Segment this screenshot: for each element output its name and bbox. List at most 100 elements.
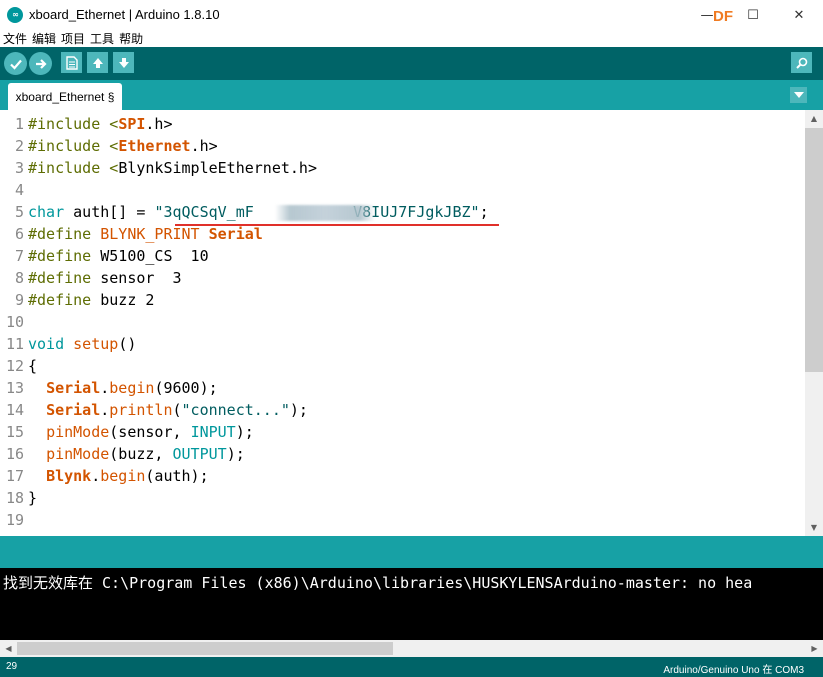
code-token: .	[91, 467, 101, 485]
line-number: 2	[14, 137, 24, 155]
new-button[interactable]	[61, 52, 82, 73]
line-number: 13	[5, 379, 24, 397]
line-number: 10	[5, 313, 24, 331]
verify-button[interactable]	[4, 52, 27, 75]
line-number: 11	[5, 335, 24, 353]
menu-sketch[interactable]: 项目	[58, 30, 87, 47]
code-line: 15 pinMode(sensor, INPUT);	[0, 421, 804, 443]
code-token: SPI	[118, 115, 146, 133]
code-line: 10	[0, 311, 804, 333]
save-button[interactable]	[113, 52, 134, 73]
code-token: Ethernet	[118, 137, 191, 155]
code-token: void	[28, 335, 74, 353]
minimize-icon: —	[700, 7, 714, 23]
line-number: 4	[14, 181, 24, 199]
close-icon: ✕	[793, 7, 805, 23]
code-token: OUTPUT	[172, 445, 227, 463]
code-line: 16 pinMode(buzz, OUTPUT);	[0, 443, 804, 465]
code-token: BlynkSimpleEthernet.h>	[118, 159, 317, 177]
code-token: Serial	[46, 401, 101, 419]
menu-file[interactable]: 文件	[0, 30, 29, 47]
code-token: "3qQCSqV_mF	[154, 203, 254, 221]
maximize-button[interactable]: ☐	[730, 0, 776, 30]
console-line: 找到无效库在 C:\Program Files (x86)\Arduino\li…	[3, 574, 753, 592]
code-token: #include <	[28, 159, 119, 177]
arduino-logo-icon: ∞	[7, 7, 23, 23]
code-token: (auth);	[145, 467, 209, 485]
tab-bar: xboard_Ethernet §	[0, 80, 823, 110]
code-token: pinMode	[46, 445, 110, 463]
code-text: pinMode(sensor, INPUT);	[28, 421, 254, 443]
chevron-down-icon	[793, 92, 804, 98]
code-token: #define	[28, 269, 101, 287]
line-number: 7	[14, 247, 24, 265]
minimize-button[interactable]: —	[684, 0, 730, 30]
code-token: ;	[479, 203, 489, 221]
code-text: #define sensor 3	[28, 267, 182, 289]
new-file-icon	[65, 55, 78, 70]
code-editor[interactable]: 1 #include <SPI.h> 2 #include <Ethernet.h> 3…	[0, 110, 823, 536]
menu-bar: 文件 编辑 项目 工具 帮助	[0, 30, 823, 47]
close-button[interactable]: ✕	[776, 0, 822, 30]
code-token: auth[] =	[64, 203, 155, 221]
code-text: Serial.println("connect...");	[28, 399, 308, 421]
menu-help[interactable]: 帮助	[116, 30, 145, 47]
code-token: .h>	[145, 115, 173, 133]
code-line: 6 #define BLYNK_PRINT Serial	[0, 223, 804, 245]
code-text: #define BLYNK_PRINT Serial	[28, 223, 263, 245]
tab-menu-button[interactable]	[790, 87, 807, 103]
arduino-logo-glyph: ∞	[12, 10, 19, 19]
code-line: 1 #include <SPI.h>	[0, 113, 804, 135]
code-token: }	[28, 489, 38, 507]
code-text: Blynk.begin(auth);	[28, 465, 209, 487]
status-line-number: 29	[6, 661, 18, 672]
code-token: Serial	[46, 379, 101, 397]
code-token: Serial	[208, 225, 263, 243]
console-horizontal-scroll-thumb[interactable]	[17, 642, 393, 655]
magnifier-icon	[795, 57, 807, 69]
editor-vertical-scroll-thumb[interactable]	[805, 128, 823, 372]
code-token: pinMode	[46, 423, 110, 441]
line-number: 5	[14, 203, 24, 221]
line-number: 18	[5, 489, 24, 507]
serial-monitor-button[interactable]	[791, 52, 812, 73]
scroll-up-arrow-icon[interactable]: ▲	[805, 110, 823, 127]
code-line: 8 #define sensor 3	[0, 267, 804, 289]
scroll-down-arrow-icon[interactable]: ▼	[805, 519, 823, 536]
line-number: 16	[5, 445, 24, 463]
red-underline-annotation	[175, 224, 499, 226]
code-line: 9 #define buzz 2	[0, 289, 804, 311]
code-text: #define W5100_CS 10	[28, 245, 209, 267]
code-text: char auth[] = "3qQCSqV_mF V8IUJ7FJgkJBZ"…	[28, 201, 489, 223]
checkmark-icon	[9, 59, 22, 70]
tab-xboard-ethernet[interactable]: xboard_Ethernet §	[8, 83, 122, 110]
redacted-region	[275, 205, 375, 221]
code-line: 14 Serial.println("connect...");	[0, 399, 804, 421]
scroll-left-arrow-icon[interactable]: ◀	[0, 640, 17, 657]
status-bar: 29 Arduino/Genuino Uno 在 COM3	[0, 657, 823, 677]
message-area	[0, 536, 823, 568]
open-button[interactable]	[87, 52, 108, 73]
menu-edit[interactable]: 编辑	[29, 30, 58, 47]
code-line: 12{	[0, 355, 804, 377]
scroll-right-arrow-icon[interactable]: ▶	[806, 640, 823, 657]
code-line: 5 char auth[] = "3qQCSqV_mF V8IUJ7FJgkJBZ…	[0, 201, 804, 223]
toolbar	[0, 47, 823, 80]
code-token: BLYNK_PRINT	[100, 225, 209, 243]
code-line: 18}	[0, 487, 804, 509]
upload-button[interactable]	[29, 52, 52, 75]
code-token: Blynk	[46, 467, 92, 485]
code-line: 7 #define W5100_CS 10	[0, 245, 804, 267]
code-token: println	[109, 401, 173, 419]
line-number: 12	[5, 357, 24, 375]
code-text: void setup()	[28, 333, 136, 355]
menu-tools[interactable]: 工具	[87, 30, 116, 47]
code-token: setup	[73, 335, 119, 353]
line-number: 8	[14, 269, 24, 287]
code-token: begin	[100, 467, 146, 485]
code-token: .	[100, 401, 110, 419]
line-number: 6	[14, 225, 24, 243]
